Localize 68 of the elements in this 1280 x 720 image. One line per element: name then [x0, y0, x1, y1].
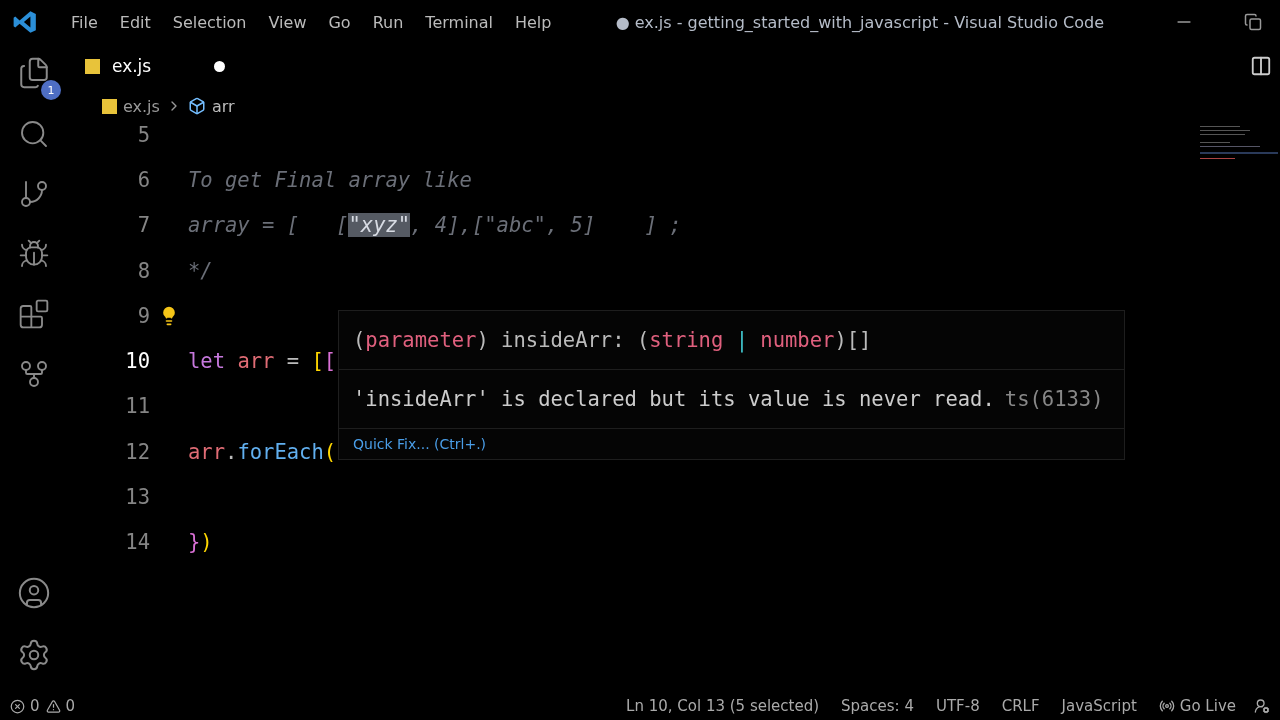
line-number: 8	[136, 258, 150, 283]
code-token: */	[188, 258, 213, 283]
settings-icon[interactable]	[17, 638, 51, 672]
menu-item[interactable]: Terminal	[414, 12, 504, 32]
code-token: , 4],["abc", 5] ] ;	[410, 213, 682, 238]
line-number: 12	[124, 439, 150, 464]
code-token: forEach	[237, 439, 324, 464]
highlighted-text: "xyz"	[348, 213, 411, 238]
code-token: arr	[237, 349, 275, 374]
code-token: [	[311, 349, 324, 374]
js-file-icon	[102, 98, 117, 114]
signature-text: (parameter) insideArr: (string | number)[]	[353, 328, 872, 352]
errors-status[interactable]: 0	[10, 697, 40, 715]
status-item[interactable]: CRLF	[1001, 697, 1040, 715]
vscode-logo	[12, 9, 38, 35]
code-token: array = [ [	[188, 213, 349, 238]
code-token: )	[200, 530, 213, 555]
code-token: .	[225, 439, 238, 464]
split-editor-icon[interactable]	[1250, 55, 1272, 77]
breadcrumb-item[interactable]: arr	[211, 96, 235, 116]
status-item[interactable]: Ln 10, Col 13 (5 selected)	[626, 697, 820, 715]
notification-badge: 1	[41, 80, 61, 100]
diagnostic-message: 'insideArr' is declared but its value is never read.	[353, 387, 995, 411]
menu-item[interactable]: File	[60, 12, 109, 32]
line-number: 6	[136, 167, 150, 192]
code-token: arr	[188, 439, 226, 464]
search-icon[interactable]	[18, 118, 50, 150]
menu-item[interactable]: View	[257, 12, 318, 32]
warning-icon	[45, 698, 61, 714]
line-number: 13	[124, 485, 150, 509]
git-graph-icon[interactable]	[18, 358, 50, 390]
menu-item[interactable]: Go	[317, 12, 362, 32]
extensions-icon[interactable]	[18, 298, 50, 330]
account-icon[interactable]	[17, 576, 51, 610]
line-number: 14	[124, 530, 150, 555]
error-code: ts(6133)	[1004, 387, 1104, 411]
line-number: 10	[124, 349, 150, 374]
bug-icon[interactable]	[18, 238, 50, 270]
code-token: To get Final array like	[188, 167, 472, 192]
code-token: (	[323, 439, 337, 464]
error-icon	[10, 698, 25, 714]
line-number: 11	[124, 394, 150, 419]
code-token: }	[188, 530, 201, 555]
status-item[interactable]: Spaces: 4	[841, 697, 914, 715]
window-title: ● ex.js - getting_started_with_javascript - Visual Studio Code	[615, 12, 1104, 32]
line-number: 9	[136, 303, 150, 328]
quick-fix-link[interactable]: Quick Fix... (Ctrl+.)	[353, 436, 487, 452]
restore-icon[interactable]	[1244, 13, 1262, 31]
js-file-icon	[85, 58, 100, 74]
status-item[interactable]: UTF-8	[935, 697, 980, 715]
code-token: =	[285, 349, 301, 374]
menu-item[interactable]: Selection	[161, 12, 258, 32]
editor-tab[interactable]: ex.js	[85, 44, 225, 88]
breadcrumb-item[interactable]: ex.js	[123, 96, 160, 116]
code-token: [	[323, 349, 337, 374]
branch-icon[interactable]	[18, 178, 50, 210]
status-item[interactable]: JavaScript	[1061, 697, 1137, 715]
feedback-icon[interactable]	[1254, 698, 1270, 714]
menu-item[interactable]: Run	[361, 12, 415, 32]
line-number: 5	[136, 124, 150, 147]
menu-item[interactable]: Edit	[108, 12, 162, 32]
variable-icon	[187, 97, 206, 115]
broadcast-icon	[1158, 698, 1175, 714]
menu-item[interactable]: Help	[503, 12, 563, 32]
warnings-status[interactable]: 0	[45, 697, 76, 715]
line-number: 7	[136, 213, 150, 238]
code-token: let	[188, 349, 227, 374]
go-live-button[interactable]: Go Live	[1158, 697, 1236, 715]
